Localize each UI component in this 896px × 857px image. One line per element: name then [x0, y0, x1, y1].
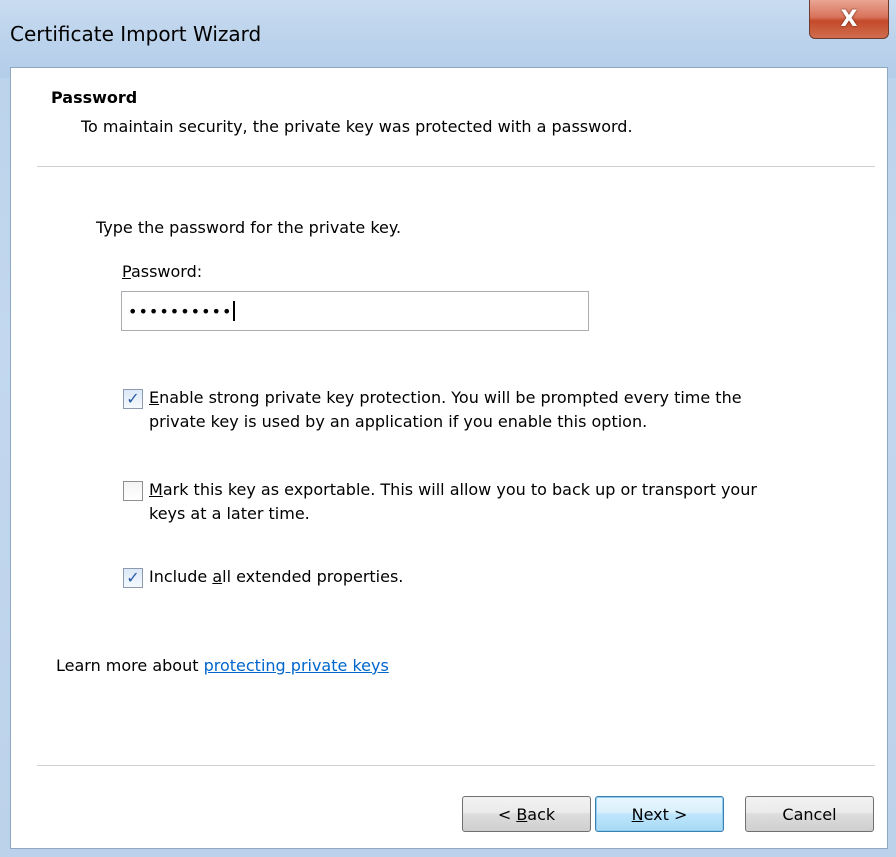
cancel-button-label: Cancel — [782, 804, 837, 824]
strong-protection-text-line2: private key is used by an application if… — [149, 412, 648, 431]
protecting-private-keys-link[interactable]: protecting private keys — [204, 656, 389, 675]
cancel-button[interactable]: Cancel — [745, 796, 874, 832]
exportable-option[interactable]: Mark this key as exportable. This will a… — [123, 478, 757, 526]
back-button-label: ack — [527, 804, 556, 824]
learn-more-text: Learn more about — [56, 656, 204, 675]
password-label: Password: — [122, 262, 202, 281]
extended-properties-text: ll extended properties. — [222, 567, 404, 586]
next-button-accel: N — [631, 804, 644, 824]
strong-protection-accel: E — [149, 388, 160, 407]
exportable-accel: M — [149, 480, 163, 499]
back-button-accel: B — [516, 804, 528, 824]
checkmark-icon: ✓ — [126, 568, 140, 587]
extended-properties-text-pre: Include — [149, 567, 213, 586]
text-caret — [233, 301, 236, 321]
extended-properties-accel: a — [212, 567, 223, 586]
next-button-label: ext > — [643, 804, 688, 824]
strong-protection-text-line1: nable strong private key protection. You… — [159, 388, 742, 407]
exportable-text-line2: keys at a later time. — [149, 504, 310, 523]
close-icon: X — [840, 6, 858, 32]
exportable-text-line1: ark this key as exportable. This will al… — [162, 480, 757, 499]
back-button-prefix: < — [497, 804, 517, 824]
password-label-accel: P — [122, 262, 131, 281]
extended-properties-checkbox[interactable]: ✓ — [123, 568, 143, 588]
checkmark-icon: ✓ — [126, 389, 140, 408]
strong-protection-label: Enable strong private key protection. Yo… — [149, 386, 742, 434]
exportable-label: Mark this key as exportable. This will a… — [149, 478, 757, 526]
wizard-page — [10, 67, 888, 849]
password-input[interactable]: •••••••••• — [121, 291, 589, 331]
learn-more: Learn more about protecting private keys — [56, 656, 389, 675]
extended-properties-option[interactable]: ✓ Include all extended properties. — [123, 565, 403, 589]
next-button[interactable]: Next > — [595, 796, 724, 832]
back-button[interactable]: < Back — [462, 796, 591, 832]
close-button[interactable]: X — [809, 0, 889, 39]
header-divider — [37, 166, 875, 167]
strong-protection-checkbox[interactable]: ✓ — [123, 389, 143, 409]
password-masked-value: •••••••••• — [128, 301, 233, 321]
password-instruction: Type the password for the private key. — [96, 218, 402, 237]
page-description: To maintain security, the private key wa… — [81, 117, 633, 136]
password-label-text: assword: — [130, 262, 203, 281]
page-title: Password — [51, 88, 138, 107]
footer-divider — [37, 765, 875, 766]
strong-protection-option[interactable]: ✓ Enable strong private key protection. … — [123, 386, 742, 434]
extended-properties-label: Include all extended properties. — [149, 565, 403, 589]
window-title: Certificate Import Wizard — [10, 22, 262, 46]
exportable-checkbox[interactable] — [123, 481, 143, 501]
